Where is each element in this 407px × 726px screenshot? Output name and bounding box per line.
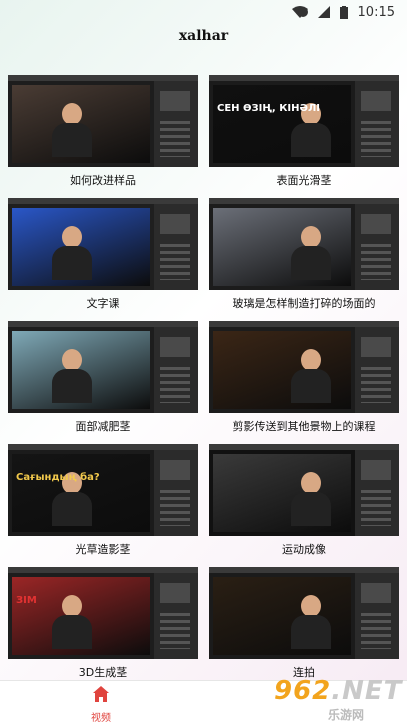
thumbnail-overlay-text: СЕН ӨЗІҢ, КІНӘЛІ: [217, 103, 320, 114]
video-card[interactable]: 玻璃是怎样制造打碎的场面的: [209, 198, 399, 321]
watermark-logo: 962.NET 乐游网: [274, 676, 403, 722]
video-card[interactable]: 运动成像: [209, 444, 399, 567]
video-caption: 文字课: [86, 297, 120, 310]
video-grid: 如何改进样品 СЕН ӨЗІҢ, КІНӘЛІ 表面光滑茎 文字课 玻璃是怎样制…: [8, 75, 399, 690]
thumbnail-person: [291, 349, 331, 403]
video-caption: 运动成像: [282, 543, 326, 556]
home-icon: [93, 686, 109, 702]
nav-item-label: 视频: [91, 713, 111, 724]
video-card[interactable]: Сағындың ба? 光草造影茎: [8, 444, 198, 567]
thumbnail-person: [52, 226, 92, 280]
battery-icon: [339, 5, 348, 19]
status-bar: 10:15: [0, 0, 407, 24]
nav-item-videos[interactable]: 视频: [74, 685, 128, 724]
video-thumbnail: Сағындың ба?: [8, 444, 198, 536]
video-thumbnail: [209, 444, 399, 536]
video-caption: 3D生成茎: [78, 666, 128, 679]
page-title: xalhar: [178, 28, 229, 44]
thumbnail-person: [291, 595, 331, 649]
video-card[interactable]: 连拍: [209, 567, 399, 690]
video-card[interactable]: 文字课: [8, 198, 198, 321]
video-caption: 玻璃是怎样制造打碎的场面的: [232, 297, 376, 310]
video-caption: 如何改进样品: [70, 174, 136, 187]
video-thumbnail: [8, 321, 198, 413]
video-thumbnail: ЗІМ: [8, 567, 198, 659]
thumbnail-person: [52, 349, 92, 403]
thumbnail-person: [291, 226, 331, 280]
video-caption: 面部减肥茎: [75, 420, 131, 433]
thumbnail-person: [52, 103, 92, 157]
video-thumbnail: [209, 321, 399, 413]
video-thumbnail: [209, 198, 399, 290]
video-caption: 表面光滑茎: [276, 174, 332, 187]
thumbnail-overlay-text: Сағындың ба?: [16, 472, 100, 483]
notification-dot-icon: [298, 7, 308, 17]
status-time: 10:15: [357, 4, 395, 20]
video-caption: 光草造影茎: [75, 543, 131, 556]
video-card[interactable]: ЗІМ 3D生成茎: [8, 567, 198, 690]
video-caption: 剪影传送到其他景物上的课程: [232, 420, 376, 433]
video-thumbnail: СЕН ӨЗІҢ, КІНӘЛІ: [209, 75, 399, 167]
watermark-sub: 乐游网: [328, 708, 365, 722]
signal-icon: [317, 6, 330, 18]
thumbnail-person: [52, 595, 92, 649]
video-card[interactable]: 面部减肥茎: [8, 321, 198, 444]
video-card[interactable]: 剪影传送到其他景物上的课程: [209, 321, 399, 444]
video-card[interactable]: 如何改进样品: [8, 75, 198, 198]
thumbnail-overlay-text: ЗІМ: [16, 595, 37, 606]
video-thumbnail: [209, 567, 399, 659]
video-thumbnail: [8, 75, 198, 167]
video-card[interactable]: СЕН ӨЗІҢ, КІНӘЛІ 表面光滑茎: [209, 75, 399, 198]
video-thumbnail: [8, 198, 198, 290]
thumbnail-person: [291, 472, 331, 526]
